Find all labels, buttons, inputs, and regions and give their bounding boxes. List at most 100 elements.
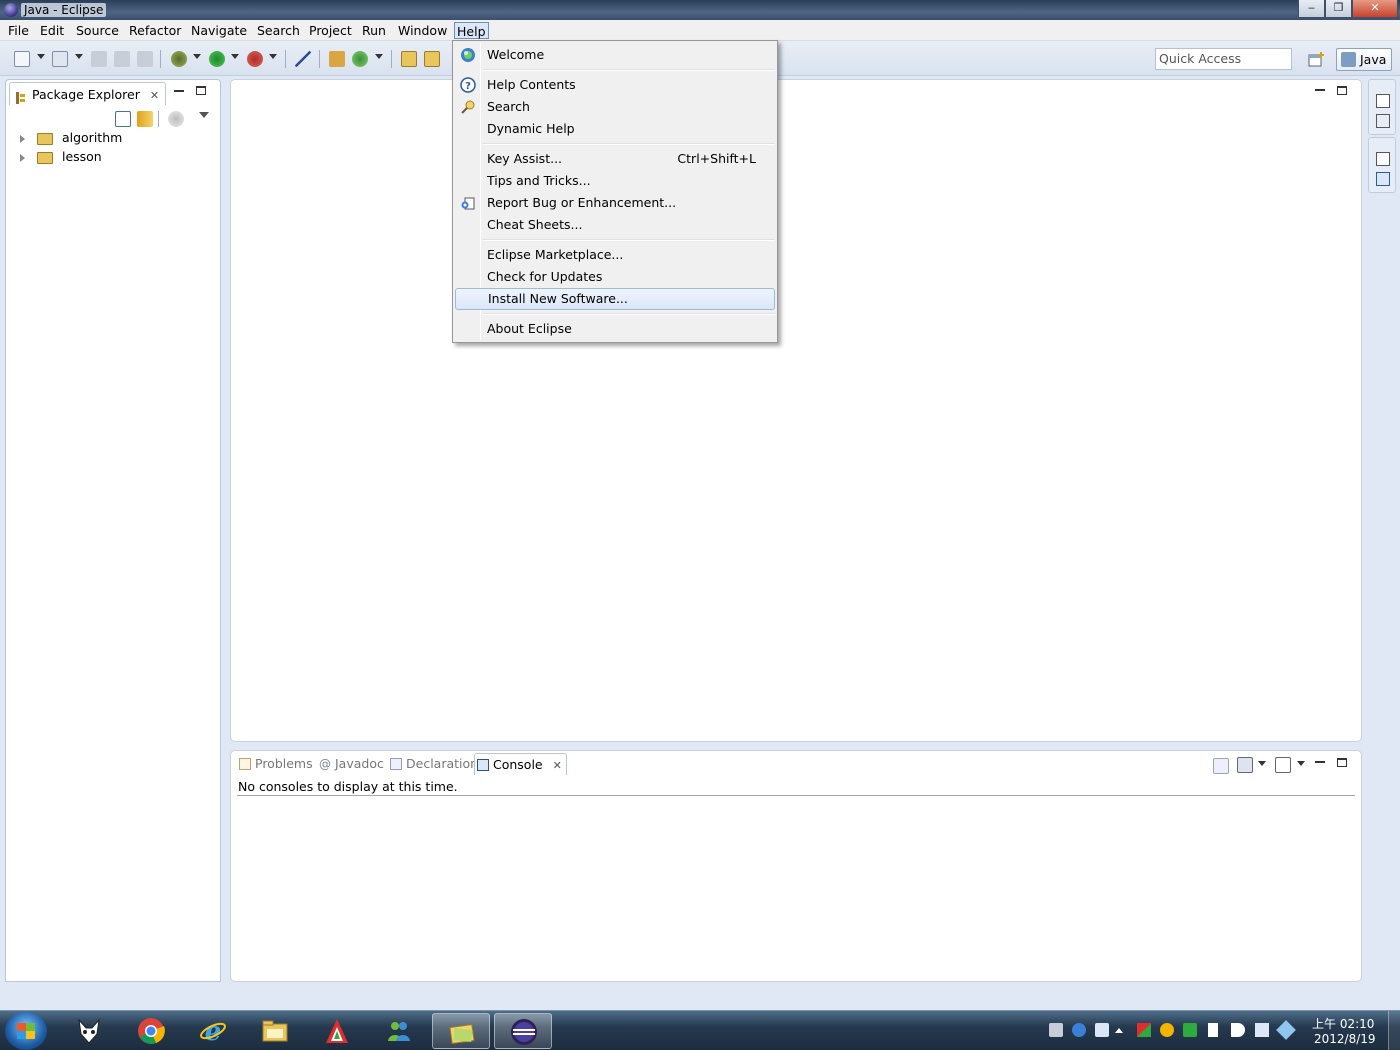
taskbar-app[interactable]: [432, 1013, 490, 1049]
menu-item-dynamic-help[interactable]: Dynamic Help: [455, 118, 775, 140]
open-console-icon[interactable]: [1275, 757, 1291, 773]
close-button[interactable]: ✕: [1352, 0, 1398, 18]
menu-source[interactable]: Source: [74, 22, 121, 39]
tab-problems[interactable]: Problems: [237, 753, 313, 775]
quick-access-input[interactable]: Quick Access: [1155, 48, 1292, 70]
close-console-icon[interactable]: ✕: [553, 755, 562, 777]
task-list-icon[interactable]: [1376, 114, 1390, 128]
menu-item-eclipse-marketplace[interactable]: Eclipse Marketplace...: [455, 244, 775, 266]
close-view-icon[interactable]: ✕: [150, 84, 159, 107]
tab-javadoc[interactable]: @ Javadoc: [317, 753, 384, 775]
tab-console[interactable]: Console ✕: [474, 753, 567, 775]
menu-item-install-new-software[interactable]: Install New Software...: [455, 288, 775, 310]
menu-search[interactable]: Search: [255, 22, 302, 39]
action-center-flag-icon[interactable]: [1208, 1023, 1218, 1037]
menu-navigate[interactable]: Navigate: [189, 22, 249, 39]
debug-icon[interactable]: [171, 51, 187, 67]
maximize-button[interactable]: ❐: [1325, 0, 1352, 18]
show-desktop-button[interactable]: [1388, 1011, 1400, 1050]
keyboard-icon[interactable]: [1049, 1023, 1063, 1037]
taskbar-app[interactable]: [246, 1013, 304, 1049]
maximize-panel-icon[interactable]: [1337, 758, 1347, 767]
minimize-panel-icon[interactable]: [1315, 761, 1325, 763]
run-dropdown-arrow-icon[interactable]: [231, 54, 239, 59]
menu-project[interactable]: Project: [307, 22, 354, 39]
tab-package-explorer[interactable]: Package Explorer ✕: [9, 82, 167, 107]
run-icon[interactable]: [209, 51, 225, 67]
view-menu-icon[interactable]: [199, 112, 209, 118]
restore-icon[interactable]: [1376, 152, 1390, 166]
open-perspective-icon[interactable]: [1306, 50, 1326, 70]
new-java-element-icon[interactable]: [52, 51, 68, 67]
maximize-view-icon[interactable]: [196, 86, 206, 95]
taskbar-app[interactable]: [122, 1013, 180, 1049]
skip-breakpoints-icon[interactable]: [295, 51, 311, 67]
dropbox-icon[interactable]: [1276, 1020, 1296, 1040]
maximize-editor-icon[interactable]: [1337, 86, 1347, 95]
open-console-dropdown-icon[interactable]: [1297, 761, 1305, 766]
menu-item-check-for-updates[interactable]: Check for Updates: [455, 266, 775, 288]
open-task-icon[interactable]: [424, 51, 440, 67]
taskbar-app[interactable]: [308, 1013, 366, 1049]
pin-console-icon[interactable]: [1213, 758, 1229, 774]
open-type-icon[interactable]: [401, 51, 417, 67]
expand-icon[interactable]: [20, 134, 25, 143]
menu-refactor[interactable]: Refactor: [127, 22, 183, 39]
new-class-icon[interactable]: [352, 51, 368, 67]
external-tools-icon[interactable]: [247, 51, 263, 67]
menu-item-welcome[interactable]: Welcome: [455, 44, 775, 66]
menu-item-key-assist[interactable]: Key Assist... Ctrl+Shift+L: [455, 148, 775, 170]
taskbar-app[interactable]: [60, 1013, 118, 1049]
taskbar-app[interactable]: [370, 1013, 428, 1049]
help-icon[interactable]: [1072, 1023, 1086, 1037]
sync-icon[interactable]: [1183, 1023, 1197, 1037]
taskbar-app[interactable]: e: [184, 1013, 242, 1049]
tree-item[interactable]: algorithm: [20, 129, 122, 147]
taskbar-app[interactable]: [494, 1013, 552, 1049]
tab-declaration[interactable]: Declaration: [388, 753, 478, 775]
show-hidden-icons-icon[interactable]: [1115, 1028, 1123, 1033]
eclipse-app-icon[interactable]: [4, 3, 18, 17]
clock-time[interactable]: 上午 02:10: [1312, 1015, 1374, 1032]
menu-window[interactable]: Window: [396, 22, 449, 39]
adobe-tray-icon[interactable]: [1137, 1023, 1151, 1037]
chrome-tray-icon[interactable]: [1160, 1023, 1174, 1037]
minimize-button[interactable]: ‒: [1298, 0, 1325, 18]
restore-icon[interactable]: [1376, 94, 1390, 108]
new-java-dropdown-arrow-icon[interactable]: [75, 54, 83, 59]
network-icon[interactable]: [1095, 1023, 1109, 1037]
display-console-icon[interactable]: [1237, 757, 1253, 773]
expand-icon[interactable]: [20, 153, 25, 162]
new-dropdown-arrow-icon[interactable]: [37, 54, 45, 59]
new-icon[interactable]: [14, 51, 30, 67]
java-perspective-button[interactable]: Java: [1336, 48, 1392, 71]
collapse-all-icon[interactable]: [115, 111, 131, 127]
external-tools-dropdown-arrow-icon[interactable]: [269, 54, 277, 59]
menu-item-report-bug[interactable]: Report Bug or Enhancement...: [455, 192, 775, 214]
menu-item-cheat-sheets[interactable]: Cheat Sheets...: [455, 214, 775, 236]
menu-item-search[interactable]: Search: [455, 96, 775, 118]
menu-edit[interactable]: Edit: [38, 22, 66, 39]
save-all-icon[interactable]: [114, 51, 130, 67]
save-icon[interactable]: [91, 51, 107, 67]
display-icon[interactable]: [1255, 1023, 1269, 1037]
link-with-editor-icon[interactable]: [137, 111, 153, 127]
print-icon[interactable]: [137, 51, 153, 67]
menu-item-tips-and-tricks[interactable]: Tips and Tricks...: [455, 170, 775, 192]
display-console-dropdown-icon[interactable]: [1258, 761, 1266, 766]
menu-file[interactable]: File: [6, 22, 31, 39]
menu-run[interactable]: Run: [360, 22, 388, 39]
focus-icon[interactable]: [168, 111, 184, 127]
debug-dropdown-arrow-icon[interactable]: [193, 54, 201, 59]
outline-icon[interactable]: [1376, 172, 1390, 186]
menu-item-about-eclipse[interactable]: About Eclipse: [455, 318, 775, 340]
start-button[interactable]: [5, 1012, 47, 1050]
minimize-view-icon[interactable]: [174, 90, 184, 92]
minimize-editor-icon[interactable]: [1315, 89, 1325, 91]
new-class-dropdown-arrow-icon[interactable]: [375, 54, 383, 59]
editor-area[interactable]: [230, 79, 1362, 742]
tree-item[interactable]: lesson: [20, 148, 102, 166]
menu-help[interactable]: Help: [454, 22, 489, 39]
clock-date[interactable]: 2012/8/19: [1314, 1032, 1376, 1046]
menu-item-help-contents[interactable]: ? Help Contents: [455, 74, 775, 96]
